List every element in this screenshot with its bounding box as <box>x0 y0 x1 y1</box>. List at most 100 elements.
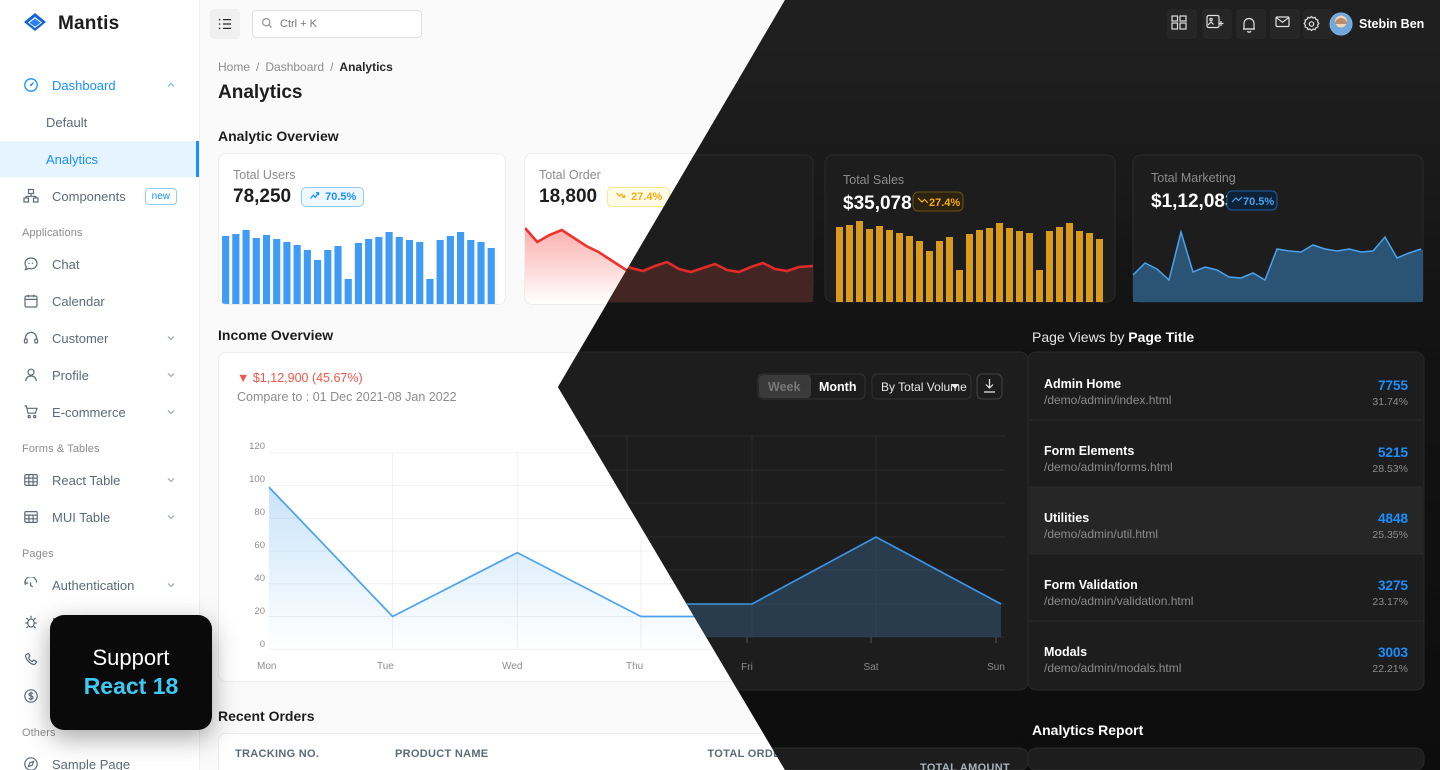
list-item[interactable]: Utilities /demo/admin/util.html 4848 25.… <box>1047 477 1423 539</box>
analytics-report-title: Analytics Report <box>1046 708 1158 724</box>
page-url: /demo/admin/modals.html <box>1063 634 1201 648</box>
user-name: Stebin Ben <box>1352 17 1418 31</box>
sidebar-item-authentication[interactable]: Authentication <box>0 567 191 603</box>
support-float-card[interactable]: Support React 18 <box>50 615 212 730</box>
column-status: STATUS <box>805 748 850 760</box>
gear-icon[interactable] <box>1280 9 1310 39</box>
list-item[interactable]: Admin Home /demo/admin/index.html 7755 3… <box>1047 353 1423 415</box>
chevron-down-icon <box>165 332 177 344</box>
table-icon <box>22 508 40 526</box>
list-item[interactable]: Modals /demo/admin/modals.html 3003 22.2… <box>1047 601 1423 662</box>
sidebar-item-profile[interactable]: Profile <box>0 357 191 393</box>
stat-label: Total Sales <box>845 168 907 182</box>
app-root: Mantis Dashboard Default Analytics Compo… <box>0 0 1440 770</box>
breadcrumb-home[interactable]: Home <box>218 60 250 74</box>
menu-collapse-icon[interactable] <box>210 9 240 39</box>
sidebar-item-customer[interactable]: Customer <box>0 320 191 356</box>
chevron-up-icon <box>165 79 177 91</box>
components-new-badge: new <box>144 187 177 205</box>
breadcrumb-dashboard[interactable]: Dashboard <box>265 60 324 74</box>
sidebar-item-default[interactable]: Default <box>0 104 191 140</box>
page-views-title: Page Views by Page Title <box>1046 327 1424 343</box>
sidebar-item-label: React Table <box>52 472 121 488</box>
mail-icon[interactable] <box>1244 9 1274 39</box>
recent-orders-table-header: TRACKING NO. PRODUCT NAME TOTAL ORDER ST… <box>218 733 1028 770</box>
page-views-percent: 31.74% <box>1369 388 1407 400</box>
image-add-icon[interactable] <box>1172 9 1202 39</box>
chip-label: 70.5% <box>325 191 357 203</box>
dollar-icon <box>22 687 40 705</box>
sidebar-item-components[interactable]: Components new <box>0 178 191 214</box>
page-views-percent: 25.35% <box>1369 512 1407 524</box>
income-compare: Compare to : 01 Dec 2021-08 Jan 2022 <box>237 390 457 404</box>
page-views-count: 3003 <box>1376 615 1407 630</box>
sidebar-item-label: Components <box>52 188 126 204</box>
chip-label: 27.4% <box>631 191 663 203</box>
tab-week[interactable]: Week <box>696 372 762 400</box>
sidebar-section-forms-tables: Forms & Tables <box>22 443 100 455</box>
stat-cards: Total Users 78,250 70.5% Total Order 18,… <box>218 153 1424 305</box>
status-badge: 27.4% <box>923 187 987 207</box>
search-box[interactable] <box>252 10 422 38</box>
stat-card-total-marketing[interactable]: Total Marketing $1,12,083 70.5% <box>1136 153 1424 305</box>
sidebar-item-calendar[interactable]: Calendar <box>0 283 191 319</box>
user-menu[interactable]: Stebin Ben <box>1316 8 1426 40</box>
page-url: /demo/admin/index.html <box>1063 386 1191 400</box>
dashboard-icon <box>22 76 40 94</box>
diamond-logo-icon <box>22 11 48 37</box>
tab-month[interactable]: Month <box>761 372 830 400</box>
income-line-chart: 120 100 80 60 40 20 0 Mon Tue Wed Thu Fr… <box>249 441 1017 672</box>
headset-icon <box>22 329 40 347</box>
main-content: Home / Dashboard / Analytics Analytics A… <box>200 48 1440 770</box>
search-icon <box>261 17 273 32</box>
stat-card-total-sales[interactable]: Total Sales $35,078 27.4% <box>830 153 1118 305</box>
table-icon <box>22 471 40 489</box>
list-item[interactable]: Form Elements /demo/admin/forms.html 521… <box>1047 415 1423 477</box>
sidebar-item-mui-table[interactable]: MUI Table <box>0 499 191 535</box>
caret-down-icon: ▼ <box>237 371 250 385</box>
period-toggle: Week Month <box>695 371 832 401</box>
chevron-down-icon <box>165 369 177 381</box>
page-views-percent: 23.17% <box>1369 574 1407 586</box>
support-line-1: Support <box>92 645 170 670</box>
sidebar-item-analytics[interactable]: Analytics <box>0 141 199 177</box>
bug-icon <box>22 613 40 631</box>
download-icon[interactable] <box>981 372 1009 400</box>
brand[interactable]: Mantis <box>0 0 199 48</box>
analytics-report-panel <box>1046 733 1424 770</box>
status-badge: 27.4% <box>607 187 671 207</box>
column-total-order: TOTAL ORDER <box>707 748 789 760</box>
search-input[interactable] <box>280 18 413 30</box>
sidebar-item-chat[interactable]: Chat <box>0 246 191 282</box>
apps-grid-icon[interactable] <box>1136 9 1166 39</box>
page-title-label: Form Validation <box>1063 553 1157 567</box>
stat-card-total-users[interactable]: Total Users 78,250 70.5% <box>218 153 506 305</box>
total-sales-bar-chart <box>831 218 1117 304</box>
sidebar-section-pages: Pages <box>22 548 54 560</box>
income-controls: Week Month By Total Volume <box>695 371 1009 401</box>
total-marketing-area-chart <box>1137 218 1423 304</box>
analytics-report-section: Analytics Report <box>1046 708 1424 770</box>
total-users-bar-chart <box>219 218 505 304</box>
column-total-amount: TOTAL AMOUNT <box>921 748 1011 760</box>
column-tracking-no: TRACKING NO. <box>235 748 320 760</box>
brand-name: Mantis <box>58 13 120 34</box>
chevron-down-icon <box>165 579 177 591</box>
bell-icon[interactable]: 4 <box>1208 9 1238 39</box>
chip-label: 70.5% <box>1269 191 1301 203</box>
sidebar-item-label: Calendar <box>52 293 105 309</box>
volume-select[interactable]: By Total Volume <box>841 371 971 401</box>
stat-card-total-order[interactable]: Total Order 18,800 27.4% <box>524 153 812 305</box>
recent-orders-section: Recent Orders TRACKING NO. PRODUCT NAME … <box>218 708 1028 770</box>
sidebar-item-ecommerce[interactable]: E-commerce <box>0 394 191 430</box>
chevron-down-icon <box>950 379 960 393</box>
sidebar-item-sample-page[interactable]: Sample Page <box>0 746 191 770</box>
sidebar-item-label: Analytics <box>46 151 99 167</box>
page-views-percent: 28.53% <box>1369 450 1407 462</box>
person-icon <box>22 366 40 384</box>
sidebar-item-dashboard[interactable]: Dashboard <box>0 67 191 103</box>
page-title-label: Admin Home <box>1063 367 1141 381</box>
list-item[interactable]: Form Validation /demo/admin/validation.h… <box>1047 539 1423 601</box>
stat-label: Total Users <box>233 168 296 182</box>
sidebar-item-react-table[interactable]: React Table <box>0 462 191 498</box>
